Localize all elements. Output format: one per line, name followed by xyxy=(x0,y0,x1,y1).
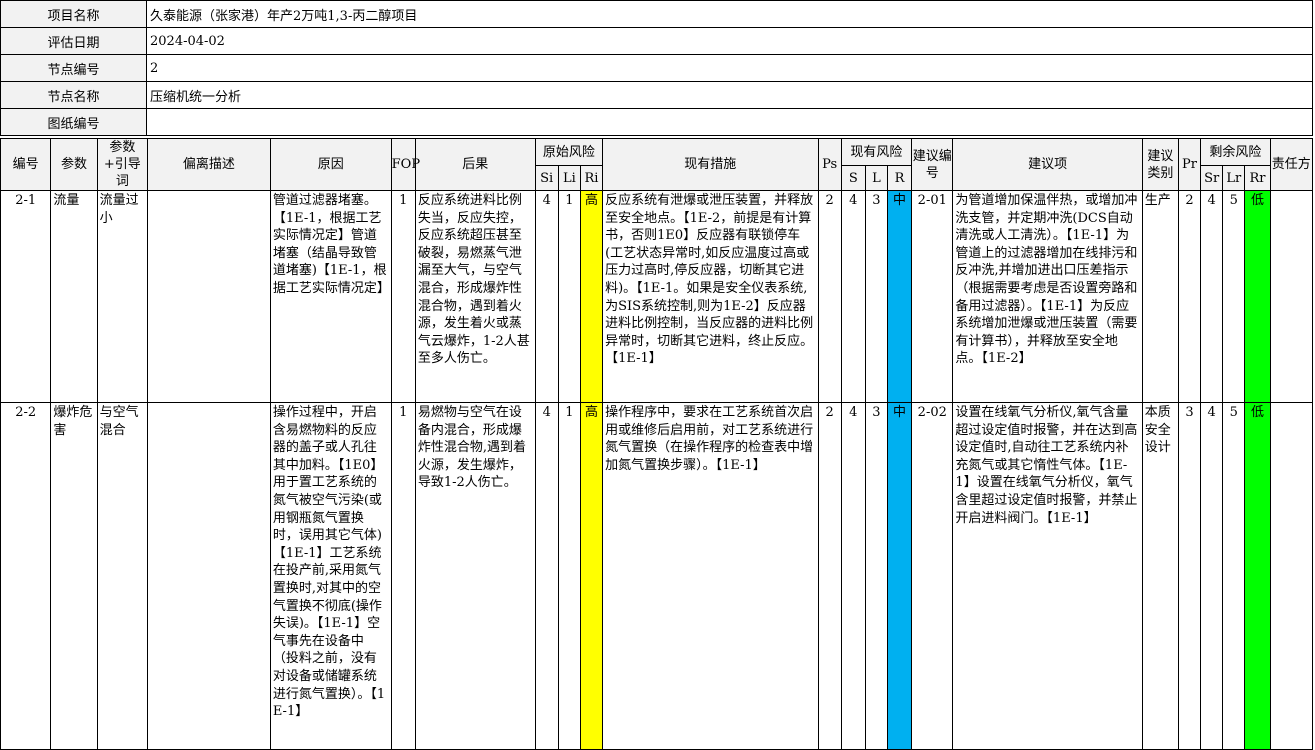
project-name-label: 项目名称 xyxy=(0,0,147,28)
header-rr: Rr xyxy=(1244,165,1271,191)
cell-lr[interactable]: 5 xyxy=(1222,402,1246,750)
eval-date-value[interactable]: 2024-04-02 xyxy=(146,27,1313,55)
cell-s[interactable]: 4 xyxy=(840,402,866,750)
cell-measures[interactable]: 操作程序中，要求在工艺系统首次启用或维修后启用前，对工艺系统进行氮气置换（在操作… xyxy=(602,402,819,750)
cell-consequence[interactable]: 易燃物与空气在设备内混合，形成爆炸性混合物,遇到着火源，发生爆炸，导致1-2人伤… xyxy=(414,402,536,750)
cell-li[interactable]: 1 xyxy=(557,190,581,403)
header-owner: 责任方 xyxy=(1269,138,1314,191)
cell-suggestion[interactable]: 设置在线氧气分析仪,氧气含量超过设定值时报警，并在达到高设定值时,自动往工艺系统… xyxy=(952,402,1143,750)
info-row-drawing-number: 图纸编号 xyxy=(0,108,1313,136)
cell-fop[interactable]: 1 xyxy=(390,402,416,750)
info-row-eval-date: 评估日期 2024-04-02 xyxy=(0,27,1313,55)
cell-suggestion[interactable]: 为管道增加保温伴热，或增加冲洗支管，并定期冲洗(DCS自动清洗或人工清洗）。【1… xyxy=(952,190,1143,403)
header-param: 参数 xyxy=(50,138,98,191)
header-l: L xyxy=(864,165,888,191)
cell-si[interactable]: 4 xyxy=(534,402,559,750)
header-no: 编号 xyxy=(0,138,52,191)
project-info-table: 项目名称 久泰能源（张家港）年产2万吨1,3-丙二醇项目 评估日期 2024-0… xyxy=(0,0,1313,136)
cell-suggestion-no[interactable]: 2-01 xyxy=(911,190,954,403)
header-lr: Lr xyxy=(1222,165,1246,191)
cell-sr[interactable]: 4 xyxy=(1200,190,1224,403)
cell-rr-low[interactable]: 低 xyxy=(1244,190,1271,403)
cell-rr-low[interactable]: 低 xyxy=(1244,402,1271,750)
cell-consequence[interactable]: 反应系统进料比例失当，反应失控，反应系统超压甚至破裂，易燃蒸气泄漏至大气，与空气… xyxy=(414,190,536,403)
header-r: R xyxy=(886,165,913,191)
node-number-label: 节点编号 xyxy=(0,54,147,82)
cell-no[interactable]: 2-1 xyxy=(0,190,52,403)
cell-pr[interactable]: 2 xyxy=(1177,190,1202,403)
info-row-project-name: 项目名称 久泰能源（张家港）年产2万吨1,3-丙二醇项目 xyxy=(0,0,1313,28)
node-number-value[interactable]: 2 xyxy=(146,54,1313,82)
cell-suggestion-type[interactable]: 本质安全设计 xyxy=(1141,402,1179,750)
cell-owner[interactable] xyxy=(1269,402,1314,750)
cell-cause[interactable]: 操作过程中，开启含易燃物料的反应器的盖子或人孔往其中加料。【1E0】用于置工艺系… xyxy=(269,402,392,750)
header-guide: 参数+引导词 xyxy=(96,138,149,191)
cell-owner[interactable] xyxy=(1269,190,1314,403)
header-sr: Sr xyxy=(1200,165,1224,191)
header-li: Li xyxy=(557,165,581,191)
cell-suggestion-no[interactable]: 2-02 xyxy=(911,402,954,750)
cell-param[interactable]: 爆炸危害 xyxy=(50,402,98,750)
cell-ps[interactable]: 2 xyxy=(817,402,842,750)
table-row[interactable]: 2-2 爆炸危害 与空气混合 操作过程中，开启含易燃物料的反应器的盖子或人孔往其… xyxy=(0,402,1314,750)
header-suggestion-no: 建议编号 xyxy=(911,138,954,191)
cell-guide[interactable]: 与空气混合 xyxy=(96,402,149,750)
cell-ri-high[interactable]: 高 xyxy=(579,190,604,403)
cell-sr[interactable]: 4 xyxy=(1200,402,1224,750)
cell-param[interactable]: 流量 xyxy=(50,190,98,403)
cell-cause[interactable]: 管道过滤器堵塞。【1E-1，根据工艺实际情况定】管道堵塞（结晶导致管道堵塞)【1… xyxy=(269,190,392,403)
header-deviation: 偏离描述 xyxy=(147,138,271,191)
cell-li[interactable]: 1 xyxy=(557,402,581,750)
header-ri: Ri xyxy=(579,165,604,191)
cell-l[interactable]: 3 xyxy=(864,402,888,750)
node-name-value[interactable]: 压缩机统一分析 xyxy=(146,81,1313,109)
cell-guide[interactable]: 流量过小 xyxy=(96,190,149,403)
cell-fop[interactable]: 1 xyxy=(390,190,416,403)
header-cause: 原因 xyxy=(269,138,392,191)
cell-ps[interactable]: 2 xyxy=(817,190,842,403)
cell-deviation[interactable] xyxy=(147,190,271,403)
header-s: S xyxy=(840,165,866,191)
header-measures: 现有措施 xyxy=(602,138,819,191)
header-original-risk: 原始风险 xyxy=(534,137,604,167)
cell-l[interactable]: 3 xyxy=(864,190,888,403)
header-suggestion: 建议项 xyxy=(952,138,1143,191)
header-consequence: 后果 xyxy=(414,138,536,191)
header-pr: Pr xyxy=(1177,138,1202,191)
cell-deviation[interactable] xyxy=(147,402,271,750)
header-fop: FOP xyxy=(390,138,420,191)
table-row[interactable]: 2-1 流量 流量过小 管道过滤器堵塞。【1E-1，根据工艺实际情况定】管道堵塞… xyxy=(0,190,1314,403)
cell-suggestion-type[interactable]: 生产 xyxy=(1141,190,1179,403)
header-suggestion-type: 建议类别 xyxy=(1141,138,1179,191)
node-name-label: 节点名称 xyxy=(0,81,147,109)
drawing-number-label: 图纸编号 xyxy=(0,108,147,136)
eval-date-label: 评估日期 xyxy=(0,27,147,55)
cell-si[interactable]: 4 xyxy=(534,190,559,403)
header-ps: Ps xyxy=(817,138,842,191)
cell-r-medium[interactable]: 中 xyxy=(886,190,913,403)
info-row-node-number: 节点编号 2 xyxy=(0,54,1313,82)
project-name-value[interactable]: 久泰能源（张家港）年产2万吨1,3-丙二醇项目 xyxy=(146,0,1313,28)
header-current-risk: 现有风险 xyxy=(840,137,913,167)
hazop-analysis-table: 编号 参数 参数+引导词 偏离描述 原因 FOP 后果 原始风险 现有措施 Ps… xyxy=(0,137,1314,750)
cell-measures[interactable]: 反应系统有泄爆或泄压装置，并释放至安全地点。【1E-2，前提是有计算书，否则1E… xyxy=(602,190,819,403)
cell-lr[interactable]: 5 xyxy=(1222,190,1246,403)
cell-r-medium[interactable]: 中 xyxy=(886,402,913,750)
cell-no[interactable]: 2-2 xyxy=(0,402,52,750)
drawing-number-value[interactable] xyxy=(146,108,1313,136)
cell-pr[interactable]: 3 xyxy=(1177,402,1202,750)
cell-ri-high[interactable]: 高 xyxy=(579,402,604,750)
header-row: 编号 参数 参数+引导词 偏离描述 原因 FOP 后果 原始风险 现有措施 Ps… xyxy=(0,137,1314,191)
cell-s[interactable]: 4 xyxy=(840,190,866,403)
info-row-node-name: 节点名称 压缩机统一分析 xyxy=(0,81,1313,109)
header-residual-risk: 剩余风险 xyxy=(1200,137,1271,167)
header-si: Si xyxy=(534,165,559,191)
